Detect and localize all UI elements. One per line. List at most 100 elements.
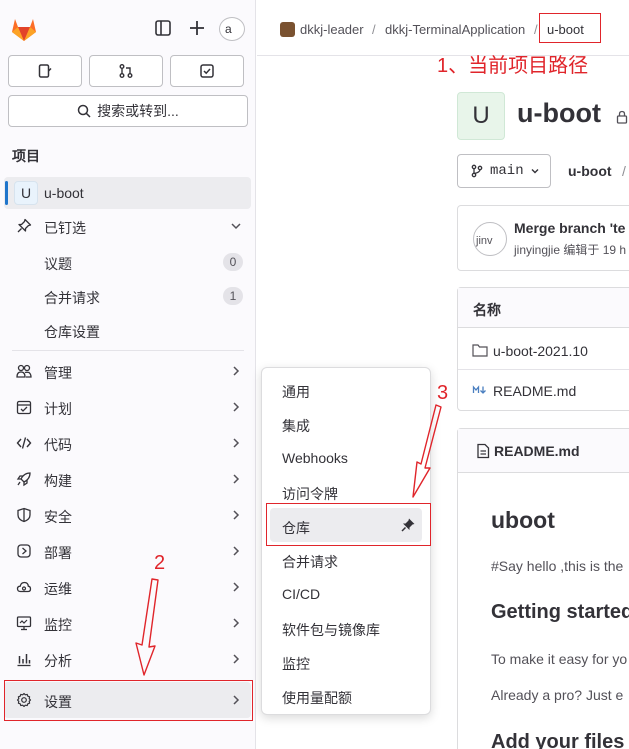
readme-header: README.md xyxy=(458,429,629,473)
chart-icon xyxy=(17,654,31,667)
menu-item-webhooks[interactable]: Webhooks xyxy=(282,450,348,466)
annotation-box-settings xyxy=(4,680,253,721)
chevron-down-icon xyxy=(231,223,241,230)
annotation-label-2: 2 xyxy=(154,552,166,574)
nav-item-analyze[interactable]: 分析 xyxy=(4,643,251,675)
nav-item-monitor[interactable]: 监控 xyxy=(4,607,251,639)
chevron-right-icon xyxy=(233,438,240,448)
chevron-right-icon xyxy=(233,510,240,520)
rocket-icon xyxy=(16,472,31,487)
project-name: u-boot xyxy=(44,185,84,201)
nav-label: 管理 xyxy=(44,365,72,381)
annotation-label-1: 1、当前项目路径 xyxy=(437,55,589,77)
name-column-header: 名称 xyxy=(473,302,501,318)
nav-item-operate[interactable]: 运维 xyxy=(4,571,251,603)
file-name: README.md xyxy=(493,383,577,399)
readme-paragraph: #Say hello ,this is the xyxy=(491,558,624,574)
menu-item-packages-registries[interactable]: 软件包与镜像库 xyxy=(282,620,380,640)
chevron-right-icon xyxy=(233,618,240,628)
menu-item-general[interactable]: 通用 xyxy=(282,382,310,402)
readme-filename[interactable]: README.md xyxy=(494,443,580,459)
issues-button[interactable] xyxy=(8,55,82,87)
sidebar-toggle-icon[interactable] xyxy=(154,19,172,37)
nav-item-manage[interactable]: 管理 xyxy=(4,355,251,387)
path-separator: / xyxy=(622,163,626,179)
breadcrumb-group[interactable]: dkkj-leader xyxy=(300,22,364,37)
todo-icon xyxy=(200,64,214,78)
branch-selector[interactable]: main xyxy=(457,154,551,188)
lock-icon xyxy=(616,110,628,124)
nav-label: 计划 xyxy=(44,401,72,417)
nav-label: 分析 xyxy=(44,653,72,669)
search-label: 搜索或转到... xyxy=(97,103,179,119)
annotation-label-3: 3 xyxy=(437,382,449,404)
merge-request-icon xyxy=(119,64,133,78)
nav-item-plan[interactable]: 计划 xyxy=(4,391,251,423)
merge-requests-button[interactable] xyxy=(89,55,163,87)
nav-item-secure[interactable]: 安全 xyxy=(4,499,251,531)
menu-item-merge-requests[interactable]: 合并请求 xyxy=(282,552,338,572)
pin-icon xyxy=(17,218,32,233)
nav-label: 安全 xyxy=(44,509,72,525)
readme-paragraph: To make it easy for yo xyxy=(491,651,628,667)
file-name: u-boot-2021.10 xyxy=(493,343,588,359)
chevron-right-icon xyxy=(233,366,240,376)
file-row[interactable]: u-boot-2021.10 xyxy=(458,330,629,370)
gitlab-logo-icon[interactable] xyxy=(10,16,38,42)
todos-button[interactable] xyxy=(170,55,244,87)
nav-label: 运维 xyxy=(44,581,72,597)
chevron-right-icon xyxy=(233,546,240,556)
menu-item-usage-quotas[interactable]: 使用量配额 xyxy=(282,688,352,708)
breadcrumb-subgroup[interactable]: dkkj-TerminalApplication xyxy=(385,22,525,37)
project-avatar: U xyxy=(14,181,38,205)
pinned-item-issues[interactable]: 议题 0 xyxy=(4,246,251,278)
pinned-item-merge-requests[interactable]: 合并请求 1 xyxy=(4,280,251,312)
pinned-item-label: 合并请求 xyxy=(44,290,100,306)
nav-item-deploy[interactable]: 部署 xyxy=(4,535,251,567)
chevron-right-icon xyxy=(233,654,240,664)
search-icon xyxy=(77,104,91,118)
users-icon xyxy=(16,364,32,378)
commit-title[interactable]: Merge branch 'te xyxy=(514,220,625,236)
nav-label: 构建 xyxy=(44,473,72,489)
menu-item-monitor[interactable]: 监控 xyxy=(282,654,310,674)
count-badge: 1 xyxy=(223,287,243,305)
markdown-icon xyxy=(472,385,486,394)
nav-item-code[interactable]: 代码 xyxy=(4,427,251,459)
user-avatar[interactable]: a xyxy=(219,17,245,41)
project-item[interactable]: U u-boot xyxy=(4,177,251,209)
group-avatar xyxy=(280,22,295,37)
project-avatar-large: U xyxy=(457,92,505,140)
folder-icon xyxy=(472,344,488,357)
chevron-right-icon xyxy=(233,582,240,592)
active-indicator xyxy=(5,181,8,205)
menu-item-integrations[interactable]: 集成 xyxy=(282,416,310,436)
divider xyxy=(12,350,244,351)
pinned-item-repo-settings[interactable]: 仓库设置 xyxy=(4,314,251,346)
sidebar: a 搜索或转到... 项目 U u-boot 已钉选 议题 0 合并请求 1 仓… xyxy=(0,0,256,749)
count-badge: 0 xyxy=(223,253,243,271)
readme-panel: README.md uboot #Say hello ,this is the … xyxy=(457,428,629,749)
shield-icon xyxy=(17,507,31,523)
commit-meta: jinyingjie 编辑于 19 h xyxy=(514,243,627,257)
plus-icon[interactable] xyxy=(188,19,206,37)
commit-author-avatar[interactable]: jinv xyxy=(473,222,507,256)
menu-item-access-tokens[interactable]: 访问令牌 xyxy=(282,484,338,504)
menu-item-ci-cd[interactable]: CI/CD xyxy=(282,586,320,602)
annotation-box-breadcrumb xyxy=(539,13,601,43)
sidebar-topbar: a xyxy=(0,0,256,56)
file-row[interactable]: README.md xyxy=(458,370,629,410)
nav-label: 代码 xyxy=(44,437,72,453)
search-button[interactable]: 搜索或转到... xyxy=(8,95,248,127)
last-commit-card: jinv Merge branch 'te jinyingjie 编辑于 19 … xyxy=(457,205,629,271)
nav-item-build[interactable]: 构建 xyxy=(4,463,251,495)
repo-path[interactable]: u-boot xyxy=(568,163,612,179)
section-title: 项目 xyxy=(12,148,40,164)
breadcrumb-separator: / xyxy=(372,22,376,37)
breadcrumb-separator: / xyxy=(534,22,538,37)
chevron-right-icon xyxy=(233,474,240,484)
pinned-section[interactable]: 已钉选 xyxy=(4,210,251,242)
nav-label: 部署 xyxy=(44,545,72,561)
calendar-icon xyxy=(16,400,32,415)
deploy-icon xyxy=(17,544,31,558)
